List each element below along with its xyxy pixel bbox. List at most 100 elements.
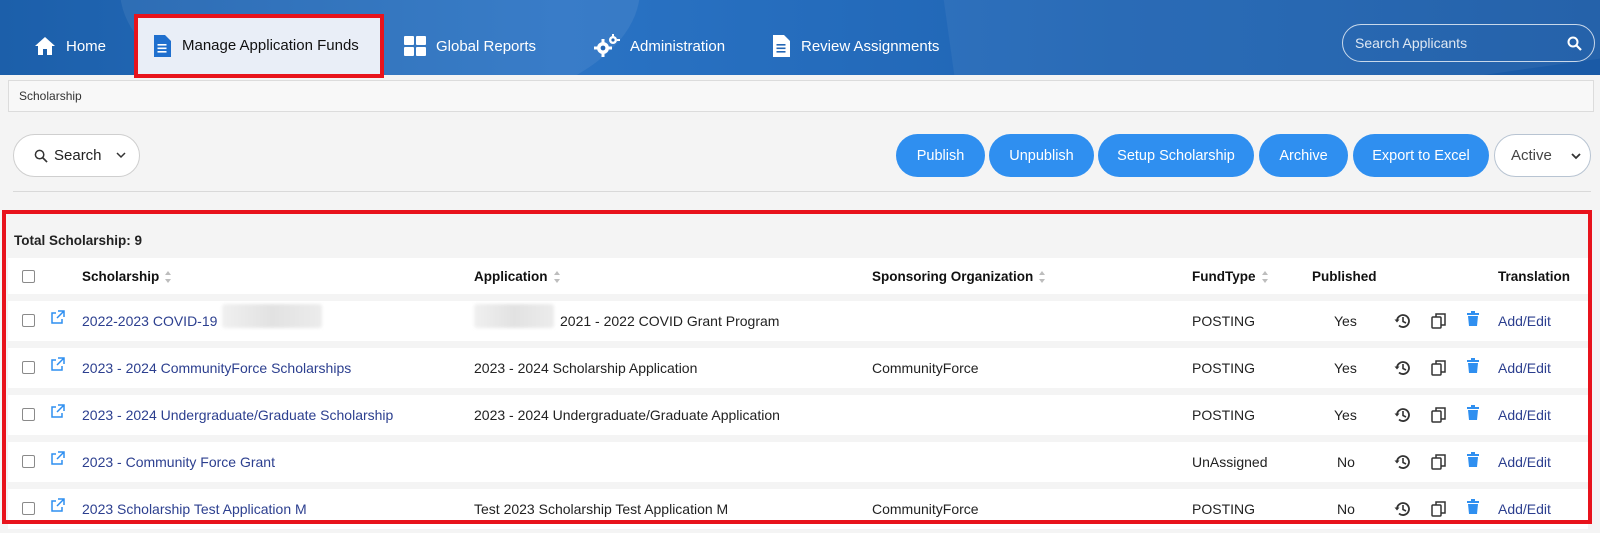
row-checkbox[interactable] (22, 361, 35, 377)
fundtype-cell: UnAssigned (1192, 454, 1268, 470)
nav-home-label: Home (66, 37, 107, 55)
copy-icon[interactable] (1430, 453, 1448, 471)
nav-home[interactable]: Home (34, 18, 106, 74)
external-link-icon[interactable] (50, 498, 65, 513)
sponsor-cell: CommunityForce (872, 501, 979, 517)
archive-button[interactable]: Archive (1259, 134, 1348, 177)
table-row: 2023 - Community Force Grant UnAssigned … (8, 442, 1588, 482)
application-cell: 2021 - 2022 COVID Grant Program (560, 313, 780, 329)
nav-manage-application-funds[interactable]: Manage Application Funds (136, 16, 382, 75)
unpublish-button[interactable]: Unpublish (989, 134, 1094, 177)
select-all-checkbox[interactable] (22, 270, 35, 283)
column-header-translation: Translation (1498, 269, 1570, 284)
sort-icon (1261, 270, 1269, 283)
nav-global-reports[interactable]: Global Reports (404, 18, 536, 74)
trash-icon[interactable] (1466, 405, 1480, 421)
history-icon[interactable] (1394, 312, 1412, 330)
column-header-fundtype[interactable]: FundType (1192, 269, 1269, 284)
scholarship-link[interactable]: 2022-2023 COVID-19 (82, 313, 217, 329)
translation-link[interactable]: Add/Edit (1498, 313, 1551, 329)
nav-review-label: Review Assignments (801, 37, 940, 55)
application-cell: 2023 - 2024 Undergraduate/Graduate Appli… (474, 407, 780, 423)
row-checkbox[interactable] (22, 455, 35, 471)
gears-icon (594, 34, 620, 57)
home-icon (35, 37, 55, 55)
breadcrumb-item[interactable]: Scholarship (19, 89, 82, 103)
translation-link[interactable]: Add/Edit (1498, 360, 1551, 376)
translation-link[interactable]: Add/Edit (1498, 501, 1551, 517)
redacted-text (222, 304, 322, 328)
header-label: Application (474, 269, 548, 284)
search-applicants-input[interactable] (1355, 35, 1565, 51)
copy-icon[interactable] (1430, 500, 1448, 518)
fundtype-cell: POSTING (1192, 407, 1256, 423)
status-filter-value: Active (1511, 147, 1552, 164)
search-icon (34, 149, 48, 163)
export-excel-button[interactable]: Export to Excel (1353, 134, 1489, 177)
scholarship-link[interactable]: 2023 Scholarship Test Application M (82, 501, 307, 517)
nav-manage-label: Manage Application Funds (182, 37, 359, 54)
trash-icon[interactable] (1466, 311, 1480, 327)
sort-icon (165, 270, 172, 283)
column-header-scholarship[interactable]: Scholarship (82, 269, 172, 284)
document-icon (773, 35, 790, 57)
row-checkbox[interactable] (22, 408, 35, 424)
row-checkbox[interactable] (22, 502, 35, 518)
fundtype-cell: POSTING (1192, 360, 1256, 376)
header-label: Translation (1498, 269, 1571, 284)
trash-icon[interactable] (1466, 499, 1480, 515)
fundtype-cell: POSTING (1192, 313, 1256, 329)
application-cell: Test 2023 Scholarship Test Application M (474, 501, 729, 517)
history-icon[interactable] (1394, 453, 1412, 471)
total-count: Total Scholarship: 9 (14, 233, 143, 248)
nav-review-assignments[interactable]: Review Assignments (771, 18, 939, 74)
published-cell: No (1337, 501, 1355, 517)
trash-icon[interactable] (1466, 358, 1480, 374)
nav-admin-label: Administration (630, 37, 726, 55)
document-icon (154, 34, 171, 57)
table-row: 2023 - 2024 Undergraduate/Graduate Schol… (8, 395, 1588, 435)
trash-icon[interactable] (1466, 452, 1480, 468)
nav-reports-label: Global Reports (436, 37, 537, 55)
breadcrumb: Scholarship (8, 80, 1594, 112)
external-link-icon[interactable] (50, 357, 65, 372)
scholarship-link[interactable]: 2023 - 2024 Undergraduate/Graduate Schol… (82, 407, 393, 423)
scholarship-link[interactable]: 2023 - Community Force Grant (82, 454, 275, 470)
search-toggle-label: Search (54, 147, 102, 164)
column-header-sponsor[interactable]: Sponsoring Organization (872, 269, 1046, 284)
fundtype-cell: POSTING (1192, 501, 1256, 517)
chevron-down-icon (116, 152, 126, 159)
history-icon[interactable] (1394, 406, 1412, 424)
history-icon[interactable] (1394, 500, 1412, 518)
header-label: Sponsoring Organization (872, 269, 1034, 284)
sort-icon (1039, 270, 1046, 283)
copy-icon[interactable] (1430, 312, 1448, 330)
translation-link[interactable]: Add/Edit (1498, 407, 1551, 423)
status-filter-select[interactable]: Active (1494, 134, 1591, 177)
external-link-icon[interactable] (50, 451, 65, 466)
divider (13, 191, 1591, 192)
translation-link[interactable]: Add/Edit (1498, 454, 1551, 470)
external-link-icon[interactable] (50, 310, 65, 325)
table-row: 2023 - 2024 CommunityForce Scholarships … (8, 348, 1588, 388)
row-checkbox[interactable] (22, 314, 35, 330)
scholarship-link[interactable]: 2023 - 2024 CommunityForce Scholarships (82, 360, 351, 376)
search-icon[interactable] (1567, 36, 1582, 51)
search-toggle-button[interactable]: Search (13, 134, 140, 177)
published-cell: Yes (1334, 360, 1357, 376)
application-cell: 2023 - 2024 Scholarship Application (474, 360, 698, 376)
header-label: Published (1312, 269, 1377, 284)
history-icon[interactable] (1394, 359, 1412, 377)
external-link-icon[interactable] (50, 404, 65, 419)
search-applicants-box (1342, 24, 1595, 62)
nav-administration[interactable]: Administration (594, 18, 725, 74)
setup-scholarship-button[interactable]: Setup Scholarship (1098, 134, 1254, 177)
column-header-published: Published (1312, 269, 1377, 284)
published-cell: Yes (1334, 407, 1357, 423)
column-header-application[interactable]: Application (474, 269, 561, 284)
copy-icon[interactable] (1430, 359, 1448, 377)
copy-icon[interactable] (1430, 406, 1448, 424)
header-label: FundType (1192, 269, 1256, 284)
redacted-text (474, 304, 554, 328)
publish-button[interactable]: Publish (896, 134, 985, 177)
